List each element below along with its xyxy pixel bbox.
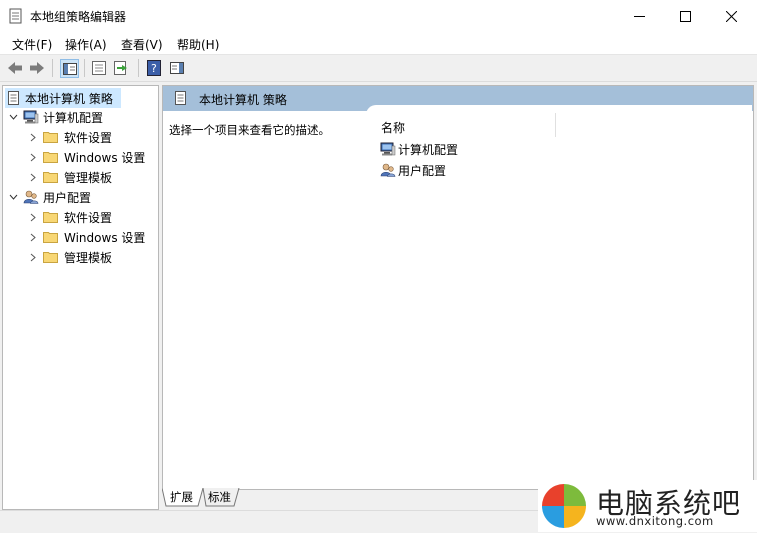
toolbar-separator	[52, 59, 53, 77]
properties-button[interactable]	[90, 59, 108, 77]
column-header-name[interactable]: 名称	[381, 119, 405, 136]
tab-extended[interactable]: 扩展	[170, 488, 193, 506]
tree-item-computer-templates[interactable]: 管理模板	[27, 167, 112, 187]
windows-logo-icon	[542, 484, 586, 528]
tree-label: Windows 设置	[64, 230, 146, 245]
list-item-label: 计算机配置	[398, 142, 459, 157]
tree-label: 管理模板	[64, 170, 113, 185]
expanded-chevron-icon[interactable]	[7, 107, 19, 127]
toolbar: ?	[0, 55, 757, 82]
toolbar-separator	[138, 59, 139, 77]
tree-item-computer-software[interactable]: 软件设置	[27, 127, 112, 147]
computer-icon	[23, 110, 39, 124]
tree-computer-config-label: 计算机配置	[43, 110, 104, 125]
minimize-icon	[633, 15, 645, 17]
collapsed-chevron-icon[interactable]	[27, 207, 39, 227]
list-item-label: 用户配置	[398, 163, 447, 178]
title-bar: 本地组策略编辑器	[0, 0, 757, 32]
users-icon	[380, 163, 396, 177]
description-text: 选择一个项目来查看它的描述。	[169, 123, 330, 137]
forward-arrow-icon	[30, 62, 44, 74]
computer-icon	[380, 142, 396, 156]
policy-document-icon	[175, 91, 186, 105]
items-list: 名称 计算机配置 用户配置	[366, 105, 752, 488]
tree-item-user-windows[interactable]: Windows 设置	[27, 227, 145, 247]
back-arrow-icon	[8, 62, 22, 74]
window-title: 本地组策略编辑器	[30, 10, 127, 24]
tree-label: 管理模板	[64, 250, 113, 265]
collapsed-chevron-icon[interactable]	[27, 147, 39, 167]
forward-button[interactable]	[28, 59, 46, 77]
view-tabs: 扩展 标准	[162, 488, 542, 508]
expanded-chevron-icon[interactable]	[7, 187, 19, 207]
tree-item-computer-windows[interactable]: Windows 设置	[27, 147, 145, 167]
tab-standard[interactable]: 标准	[208, 488, 231, 506]
tree-item-user-software[interactable]: 软件设置	[27, 207, 112, 227]
tree-user-config-label: 用户配置	[43, 190, 92, 205]
users-icon	[23, 190, 39, 204]
export-list-button[interactable]	[113, 59, 131, 77]
folder-icon	[43, 132, 58, 143]
properties-icon	[92, 61, 106, 75]
show-hide-tree-icon	[62, 62, 77, 75]
details-pane: 本地计算机 策略 选择一个项目来查看它的描述。 名称 计算机配置 用户配置	[162, 85, 754, 490]
help-button[interactable]: ?	[145, 59, 163, 77]
maximize-icon	[679, 10, 691, 22]
tree-label: 软件设置	[64, 210, 113, 225]
show-action-pane-icon	[170, 62, 184, 74]
folder-icon	[43, 252, 58, 263]
tree-label: 软件设置	[64, 130, 113, 145]
tree-pane: 本地计算机 策略 计算机配置 软件设置 Windows 设置 管理模板 用户配置…	[2, 85, 159, 510]
tree-item-user-templates[interactable]: 管理模板	[27, 247, 112, 267]
list-item-user-config[interactable]: 用户配置	[380, 160, 446, 180]
minimize-button[interactable]	[616, 0, 662, 32]
details-header-title: 本地计算机 策略	[199, 93, 287, 107]
tree-label: Windows 设置	[64, 150, 146, 165]
show-hide-tree-button[interactable]	[60, 59, 79, 78]
policy-document-icon	[8, 91, 19, 105]
menu-view[interactable]: 查看(V)	[121, 36, 163, 53]
column-divider[interactable]	[555, 113, 556, 137]
close-button[interactable]	[708, 0, 754, 32]
watermark: 电脑系统吧 www.dnxitong.com	[538, 480, 757, 532]
policy-editor-window: 本地组策略编辑器 文件(F) 操作(A) 查看(V) 帮助(H) ? 本地计算机…	[0, 0, 757, 533]
tree-item-user-config[interactable]: 用户配置	[7, 187, 91, 207]
show-action-pane-button[interactable]	[168, 59, 186, 77]
folder-icon	[43, 212, 58, 223]
watermark-url: www.dnxitong.com	[596, 514, 714, 528]
close-icon	[725, 10, 737, 22]
menu-file[interactable]: 文件(F)	[12, 36, 52, 53]
maximize-button[interactable]	[662, 0, 708, 32]
collapsed-chevron-icon[interactable]	[27, 167, 39, 187]
tree-root-label: 本地计算机 策略	[25, 91, 113, 106]
collapsed-chevron-icon[interactable]	[27, 127, 39, 147]
list-item-computer-config[interactable]: 计算机配置	[380, 139, 458, 159]
back-button[interactable]	[6, 59, 24, 77]
folder-icon	[43, 232, 58, 243]
export-list-icon	[114, 61, 127, 75]
description-pane: 选择一个项目来查看它的描述。	[163, 112, 363, 488]
collapsed-chevron-icon[interactable]	[27, 227, 39, 247]
toolbar-separator	[84, 59, 85, 77]
folder-icon	[43, 152, 58, 163]
help-icon: ?	[147, 60, 161, 76]
folder-icon	[43, 172, 58, 183]
tree-item-computer-config[interactable]: 计算机配置	[7, 107, 103, 127]
svg-text:?: ?	[151, 62, 157, 75]
tree-item-local-policy[interactable]: 本地计算机 策略	[5, 88, 121, 108]
menu-bar: 文件(F) 操作(A) 查看(V) 帮助(H)	[0, 32, 757, 55]
menu-action[interactable]: 操作(A)	[65, 36, 107, 53]
policy-document-icon	[9, 8, 22, 24]
collapsed-chevron-icon[interactable]	[27, 247, 39, 267]
menu-help[interactable]: 帮助(H)	[177, 36, 219, 53]
